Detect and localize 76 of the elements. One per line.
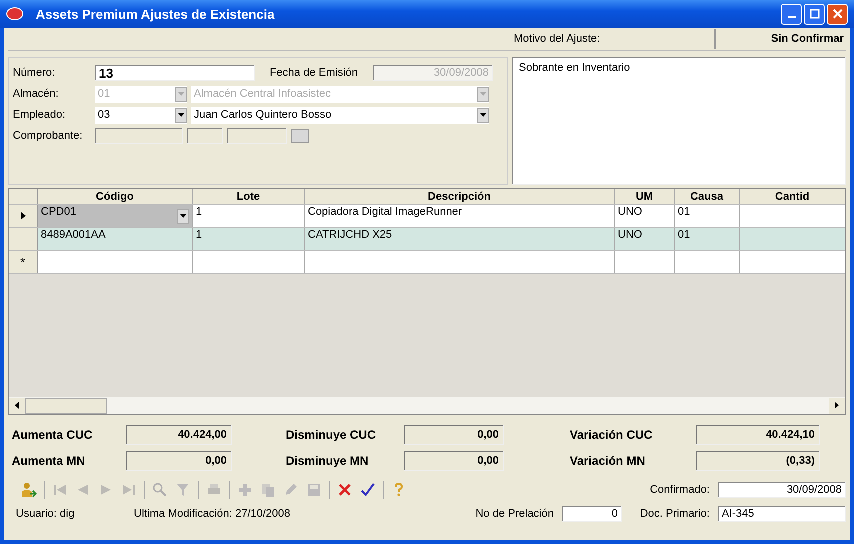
priority-field[interactable]: 0 (562, 506, 622, 522)
table-cell: Copiadora Digital ImageRunner (308, 206, 462, 218)
motivo-label: Motivo del Ajuste: (514, 33, 602, 45)
total-label: Aumenta CUC (11, 428, 94, 442)
table-cell: 01 (678, 229, 690, 241)
maximize-button[interactable] (804, 4, 825, 24)
total-label: Variación CUC (569, 428, 654, 442)
browse-button[interactable] (291, 129, 309, 143)
pencil-icon (283, 482, 299, 498)
motivo-text[interactable]: Sobrante en Inventario (512, 57, 846, 185)
user-arrow-icon (21, 482, 37, 498)
field-label: Fecha de Emisión (268, 67, 360, 79)
input-field[interactable] (95, 128, 183, 144)
plus-icon (237, 482, 253, 498)
table-cell: CATRIJCHD X25 (308, 229, 392, 241)
total-value: 0,00 (404, 425, 504, 445)
total-value: 40.424,00 (126, 425, 232, 445)
table-cell: 1 (196, 229, 202, 241)
total-label: Variación MN (569, 454, 646, 468)
total-label: Aumenta MN (11, 454, 86, 468)
column-header[interactable]: Descripción (305, 189, 615, 204)
name-dropdown[interactable]: Juan Carlos Quintero Bosso (191, 106, 489, 124)
copy-icon (260, 482, 276, 498)
total-value: 40.424,10 (696, 425, 820, 445)
field-label: Confirmado: (649, 484, 710, 496)
field-label: Almacén: (13, 88, 60, 100)
search-icon (152, 482, 168, 498)
confirmed-date-field[interactable]: 30/09/2008 (718, 482, 846, 498)
column-header[interactable]: UM (615, 189, 675, 204)
first-arrow-icon (52, 482, 68, 498)
scroll-right-icon[interactable] (829, 398, 845, 414)
column-header[interactable]: Lote (193, 189, 305, 204)
minimize-button[interactable] (781, 4, 802, 24)
total-value: 0,00 (126, 451, 232, 471)
status-label: Sin Confirmar (714, 29, 846, 49)
filter-icon (175, 482, 191, 498)
scrollbar-thumb[interactable] (25, 398, 107, 414)
user-label: Usuario: dig (15, 508, 76, 520)
minimize-icon (788, 16, 796, 18)
column-header[interactable]: Cantid (740, 189, 845, 204)
window-title: Assets Premium Ajustes de Existencia (36, 6, 276, 22)
table-cell: CPD01 (41, 206, 76, 218)
close-icon (832, 9, 842, 19)
table-row[interactable]: CPD01 1 Copiadora Digital ImageRunner UNO 01 (9, 205, 845, 228)
new-row-marker: * (20, 254, 26, 270)
field-label: Doc. Primario: (639, 508, 710, 520)
table-row[interactable]: 8489A001AA 1 CATRIJCHD X25 UNO 01 (9, 228, 845, 251)
column-header[interactable]: Código (38, 189, 193, 204)
column-header[interactable]: Causa (675, 189, 740, 204)
total-label: Disminuye MN (285, 454, 370, 468)
maximize-icon (810, 9, 820, 19)
input-field[interactable] (227, 128, 287, 144)
last-arrow-icon (121, 482, 137, 498)
app-icon (6, 7, 24, 21)
number-field[interactable]: 13 (95, 65, 255, 81)
check-icon (360, 482, 376, 498)
modified-label: Ultima Modificación: 27/10/2008 (134, 508, 292, 520)
total-value: 0,00 (404, 451, 504, 471)
field-label: Comprobante: (13, 130, 84, 142)
close-button[interactable] (827, 4, 848, 24)
table-cell: UNO (618, 229, 642, 241)
document-field[interactable]: AI-345 (718, 506, 846, 522)
field-label: Empleado: (13, 109, 67, 121)
table-cell: 01 (678, 206, 690, 218)
code-dropdown[interactable]: 03 (95, 106, 187, 124)
input-field[interactable] (187, 128, 223, 144)
field-label: Número: (13, 67, 56, 79)
table-cell: 1 (196, 206, 202, 218)
delete-icon (337, 482, 353, 498)
field-label: No de Prelación (476, 508, 554, 520)
total-label: Disminuye CUC (285, 428, 378, 442)
scroll-left-icon[interactable] (9, 398, 25, 414)
table-cell: 8489A001AA (41, 229, 106, 241)
total-value: (0,33) (696, 451, 820, 471)
horizontal-scrollbar[interactable] (9, 397, 845, 414)
table-cell: UNO (618, 206, 642, 218)
